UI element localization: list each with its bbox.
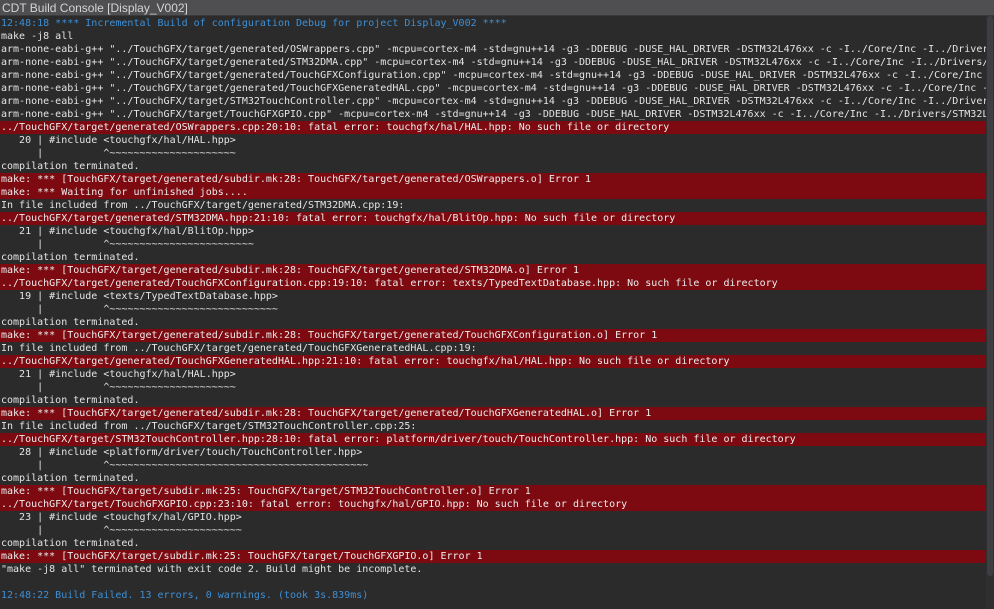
console-error-line: ../TouchGFX/target/generated/TouchGFXCon…	[0, 277, 986, 290]
console-line: | ^~~~~~~~~~~~~~~~~~~~~~~~~~~~~	[1, 304, 278, 315]
console-line: 19 | #include <texts/TypedTextDatabase.h…	[1, 291, 278, 302]
console-line: make -j8 all	[1, 31, 74, 42]
console-line: | ^~~~~~~~~~~~~~~~~~~~~~~	[1, 525, 242, 536]
console-line: 23 | #include <touchgfx/hal/GPIO.hpp>	[1, 512, 242, 523]
console-error-line: make: *** [TouchGFX/target/generated/sub…	[0, 264, 986, 277]
console-line: compilation terminated.	[1, 473, 140, 484]
console-line: 21 | #include <touchgfx/hal/BlitOp.hpp>	[1, 226, 254, 237]
console-line: arm-none-eabi-g++ "../TouchGFX/target/ge…	[1, 57, 986, 68]
console-title: CDT Build Console [Display_V002]	[2, 1, 188, 15]
console-line: compilation terminated.	[1, 252, 140, 263]
console-line: arm-none-eabi-g++ "../TouchGFX/target/ge…	[1, 70, 986, 81]
console-error-line: make: *** [TouchGFX/target/generated/sub…	[0, 407, 986, 420]
console-line: compilation terminated.	[1, 395, 140, 406]
console-line: arm-none-eabi-g++ "../TouchGFX/target/ST…	[1, 96, 986, 107]
console-output[interactable]: 12:48:18 **** Incremental Build of confi…	[0, 16, 986, 609]
console-line: | ^~~~~~~~~~~~~~~~~~~~~~~~~	[1, 239, 254, 250]
console-line: arm-none-eabi-g++ "../TouchGFX/target/To…	[1, 109, 986, 120]
console-line: In file included from ../TouchGFX/target…	[1, 200, 405, 211]
console-title-bar: CDT Build Console [Display_V002]	[0, 0, 994, 16]
build-console-window: CDT Build Console [Display_V002] 12:48:1…	[0, 0, 994, 609]
scrollbar-thumb[interactable]	[987, 16, 993, 576]
console-line: 28 | #include <platform/driver/touch/Tou…	[1, 447, 363, 458]
console-line: 20 | #include <touchgfx/hal/HAL.hpp>	[1, 135, 236, 146]
console-line: | ^~~~~~~~~~~~~~~~~~~~~~	[1, 148, 236, 159]
console-info-line: 12:48:22 Build Failed. 13 errors, 0 warn…	[1, 590, 369, 601]
console-line: compilation terminated.	[1, 317, 140, 328]
console-error-line: ../TouchGFX/target/generated/OSWrappers.…	[0, 121, 986, 134]
console-error-line: ../TouchGFX/target/generated/TouchGFXGen…	[0, 355, 986, 368]
console-error-line: ../TouchGFX/target/TouchGFXGPIO.cpp:23:1…	[0, 498, 986, 511]
console-line: arm-none-eabi-g++ "../TouchGFX/target/ge…	[1, 44, 986, 55]
console-line: "make -j8 all" terminated with exit code…	[1, 564, 423, 575]
console-error-line: ../TouchGFX/target/STM32TouchController.…	[0, 433, 986, 446]
console-info-line: 12:48:18 **** Incremental Build of confi…	[1, 18, 507, 29]
console-line: 21 | #include <touchgfx/hal/HAL.hpp>	[1, 369, 236, 380]
console-error-line: ../TouchGFX/target/generated/STM32DMA.hp…	[0, 212, 986, 225]
console-line: | ^~~~~~~~~~~~~~~~~~~~~~	[1, 382, 236, 393]
console-line: arm-none-eabi-g++ "../TouchGFX/target/ge…	[1, 83, 986, 94]
console-error-line: make: *** Waiting for unfinished jobs...…	[0, 186, 986, 199]
console-line: compilation terminated.	[1, 538, 140, 549]
console-error-line: make: *** [TouchGFX/target/subdir.mk:25:…	[0, 485, 986, 498]
console-line: In file included from ../TouchGFX/target…	[1, 343, 477, 354]
console-line: compilation terminated.	[1, 161, 140, 172]
console-line: In file included from ../TouchGFX/target…	[1, 421, 417, 432]
console-error-line: make: *** [TouchGFX/target/generated/sub…	[0, 329, 986, 342]
console-error-line: make: *** [TouchGFX/target/subdir.mk:25:…	[0, 550, 986, 563]
console-error-line: make: *** [TouchGFX/target/generated/sub…	[0, 173, 986, 186]
console-line: | ^~~~~~~~~~~~~~~~~~~~~~~~~~~~~~~~~~~~~~…	[1, 460, 369, 471]
